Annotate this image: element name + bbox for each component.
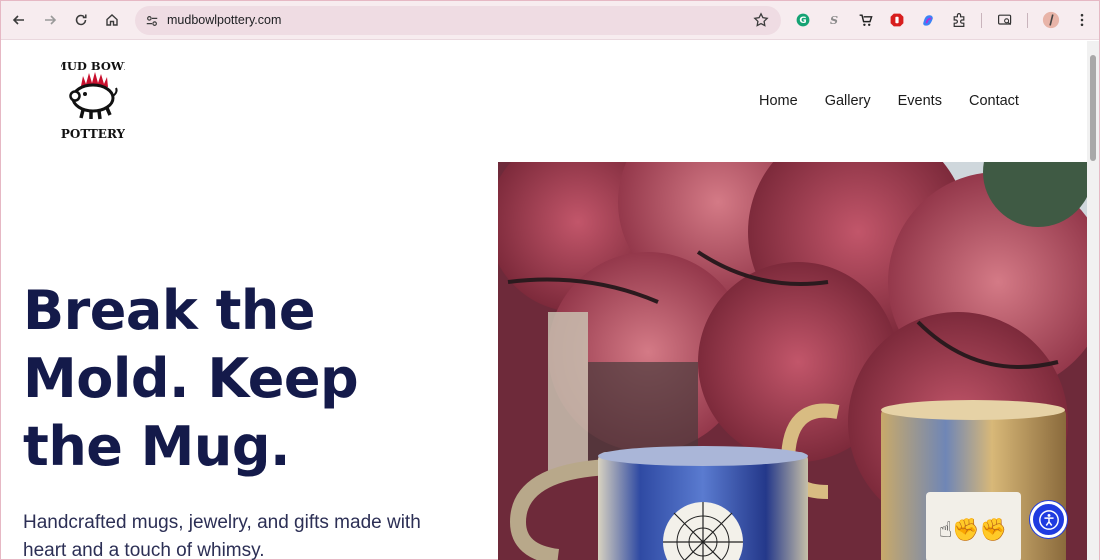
web-page: MUD BOWL POTTERY Home Gallery Events Con…	[1, 41, 1087, 560]
back-button[interactable]	[7, 8, 31, 32]
cart-extension-icon[interactable]	[856, 10, 876, 30]
hero-title: Break the Mold. Keep the Mug.	[23, 279, 359, 478]
logo-text-bottom: POTTERY	[61, 127, 125, 141]
arrow-left-icon	[12, 15, 24, 25]
reload-button[interactable]	[69, 8, 93, 32]
hero-photo-mugs: ☝✊✊	[498, 162, 1087, 560]
side-panel-icon[interactable]	[995, 10, 1015, 30]
copilot-extension-icon[interactable]	[918, 10, 938, 30]
nav-gallery-link[interactable]: Gallery	[825, 93, 871, 109]
accessibility-icon	[1038, 509, 1059, 530]
url-text: mudbowlpottery.com	[167, 13, 282, 27]
menu-kebab-icon[interactable]	[1072, 10, 1092, 30]
svg-text:S: S	[830, 13, 838, 27]
accessibility-button[interactable]	[1030, 501, 1067, 538]
address-bar[interactable]: mudbowlpottery.com	[135, 6, 781, 35]
logo-text-top: MUD BOWL	[61, 59, 125, 73]
site-info-icon[interactable]	[143, 12, 161, 30]
scrollbar-thumb[interactable]	[1090, 55, 1096, 161]
site-logo[interactable]: MUD BOWL POTTERY	[54, 56, 132, 142]
nav-home-link[interactable]: Home	[759, 93, 798, 109]
star-icon[interactable]	[753, 12, 769, 28]
svg-text:G: G	[799, 16, 806, 26]
nav-events-link[interactable]: Events	[898, 93, 942, 109]
hero-subtitle: Handcrafted mugs, jewelry, and gifts mad…	[23, 512, 421, 560]
grammarly-extension-icon[interactable]: G	[793, 10, 813, 30]
adblock-extension-icon[interactable]	[887, 10, 907, 30]
page-scrollbar[interactable]	[1087, 41, 1099, 560]
arrow-right-icon	[45, 15, 57, 25]
svg-text:☝✊✊: ☝✊✊	[939, 517, 1007, 543]
s-extension-icon[interactable]: S	[824, 10, 844, 30]
reload-icon	[75, 14, 87, 26]
pig-logo-icon: MUD BOWL POTTERY	[54, 59, 132, 141]
home-button[interactable]	[100, 8, 124, 32]
forward-button[interactable]	[38, 8, 62, 32]
browser-toolbar: mudbowlpottery.com G S	[1, 1, 1099, 40]
profile-avatar-icon[interactable]	[1041, 10, 1061, 30]
home-icon	[106, 14, 118, 26]
main-navigation: Home Gallery Events Contact	[759, 93, 1046, 109]
puzzle-extensions-icon[interactable]	[949, 10, 969, 30]
nav-contact-link[interactable]: Contact	[969, 93, 1019, 109]
